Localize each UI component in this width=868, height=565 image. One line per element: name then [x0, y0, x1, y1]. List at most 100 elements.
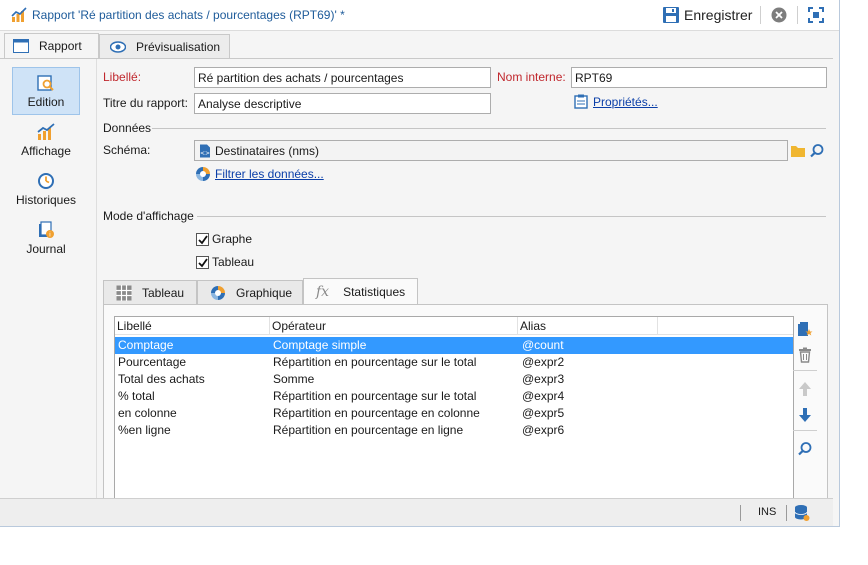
- pie-chart-icon: [211, 285, 225, 300]
- statistics-grid[interactable]: Libellé Opérateur Alias Comptage Comptag…: [114, 316, 794, 506]
- proprietes-link-wrap[interactable]: Propriétés...: [574, 94, 658, 109]
- table-row[interactable]: Comptage Comptage simple @count: [115, 337, 793, 354]
- status-bar: INS: [0, 498, 833, 526]
- libelle-label: Libellé:: [103, 70, 142, 84]
- grid-header: Libellé Opérateur Alias: [115, 317, 793, 335]
- arrow-up-icon: [799, 382, 811, 396]
- nom-interne-input[interactable]: RPT69: [571, 67, 827, 88]
- status-separator: [740, 505, 741, 521]
- tab-graphique-label: Graphique: [236, 285, 293, 300]
- tableau-checkbox-label: Tableau: [212, 255, 255, 269]
- nav-item-label: Journal: [26, 241, 66, 256]
- table-row[interactable]: Pourcentage Répartition en pourcentage s…: [115, 354, 793, 371]
- schema-value: Destinataires (nms): [215, 144, 320, 158]
- tab-graphique[interactable]: Graphique: [197, 280, 303, 304]
- nav-item-journal[interactable]: i Journal: [12, 214, 80, 262]
- move-up-button[interactable]: [790, 377, 820, 401]
- cell-libelle: % total: [118, 389, 155, 403]
- tab-tableau[interactable]: Tableau: [103, 280, 197, 304]
- edit-search-icon: [37, 74, 54, 91]
- nav-item-edition[interactable]: Edition: [12, 67, 80, 115]
- cell-operateur: Répartition en pourcentage en colonne: [273, 406, 480, 420]
- chart-icon: [37, 122, 55, 140]
- checkmark-icon: [198, 234, 208, 244]
- toolbar-separator: [797, 6, 798, 24]
- table-row[interactable]: Total des achats Somme @expr3: [115, 371, 793, 388]
- section-divider: [197, 216, 826, 217]
- schema-input[interactable]: <> Destinataires (nms): [194, 140, 788, 161]
- cell-alias: @count: [522, 338, 564, 352]
- column-separator[interactable]: [657, 317, 658, 335]
- search-icon: [798, 442, 812, 456]
- cell-operateur: Répartition en pourcentage sur le total: [273, 389, 477, 403]
- status-separator: [786, 505, 787, 521]
- move-down-button[interactable]: [790, 403, 820, 427]
- clock-icon: [38, 172, 54, 189]
- proprietes-link[interactable]: Propriétés...: [593, 95, 658, 109]
- tab-statistiques-label: Statistiques: [343, 284, 406, 299]
- nom-interne-label: Nom interne:: [497, 70, 566, 84]
- search-icon[interactable]: [809, 143, 825, 159]
- arrow-down-icon: [799, 408, 811, 422]
- schema-label: Schéma:: [103, 143, 151, 157]
- tab-statistiques[interactable]: fx Statistiques: [303, 278, 418, 304]
- tab-previsualisation[interactable]: Prévisualisation: [99, 34, 230, 58]
- tab-previsualisation-label: Prévisualisation: [136, 39, 221, 54]
- nav-item-historiques[interactable]: Historiques: [12, 165, 80, 213]
- insert-mode-indicator: INS: [758, 506, 777, 518]
- main-tabstrip: Rapport Prévisualisation: [0, 31, 839, 58]
- cell-alias: @expr4: [522, 389, 565, 403]
- column-header-libelle[interactable]: Libellé: [117, 319, 152, 333]
- eye-icon: [110, 40, 126, 53]
- column-separator[interactable]: [269, 317, 270, 335]
- graphe-checkbox-label: Graphe: [212, 232, 253, 246]
- database-icon[interactable]: [794, 504, 810, 522]
- report-chart-icon: [11, 7, 27, 22]
- cell-libelle: Pourcentage: [118, 355, 187, 369]
- tableau-checkbox[interactable]: Tableau: [196, 255, 254, 269]
- column-header-operateur[interactable]: Opérateur: [272, 319, 326, 333]
- titre-label: Titre du rapport:: [103, 96, 188, 110]
- cell-operateur: Somme: [273, 372, 315, 386]
- nav-item-label: Historiques: [15, 192, 77, 207]
- report-content: Edition Affichage Historiques i Journal …: [0, 58, 833, 506]
- maximize-icon[interactable]: [807, 6, 825, 24]
- toolbar-separator: [793, 370, 817, 371]
- table-row[interactable]: %en ligne Répartition en pourcentage en …: [115, 422, 793, 439]
- title-bar: Rapport 'Ré partition des achats / pourc…: [0, 0, 839, 31]
- graphe-checkbox[interactable]: Graphe: [196, 232, 252, 246]
- column-separator[interactable]: [517, 317, 518, 335]
- folder-icon[interactable]: [790, 144, 806, 158]
- schema-document-icon: <>: [200, 144, 210, 158]
- titre-input[interactable]: Analyse descriptive: [194, 93, 491, 114]
- filter-data-icon: [196, 167, 210, 181]
- window-title: Rapport 'Ré partition des achats / pourc…: [32, 8, 345, 22]
- nav-divider: [96, 59, 97, 499]
- close-circle-icon[interactable]: [770, 6, 788, 24]
- mode-affichage-section-title: Mode d'affichage: [103, 209, 194, 223]
- table-row[interactable]: % total Répartition en pourcentage sur l…: [115, 388, 793, 405]
- add-row-button[interactable]: [790, 317, 820, 341]
- nav-item-affichage[interactable]: Affichage: [12, 116, 80, 164]
- delete-row-button[interactable]: [790, 343, 820, 367]
- section-divider: [152, 128, 826, 129]
- detail-button[interactable]: [790, 437, 820, 461]
- save-label: Enregistrer: [684, 7, 753, 23]
- tab-rapport[interactable]: Rapport: [4, 33, 99, 58]
- report-window: Rapport 'Ré partition des achats / pourc…: [0, 0, 840, 527]
- table-row[interactable]: en colonne Répartition en pourcentage en…: [115, 405, 793, 422]
- cell-alias: @expr5: [522, 406, 565, 420]
- cell-operateur: Répartition en pourcentage en ligne: [273, 423, 464, 437]
- svg-text:<>: <>: [200, 150, 210, 157]
- save-button[interactable]: Enregistrer: [662, 4, 752, 26]
- cell-libelle: %en ligne: [118, 423, 171, 437]
- filtrer-link-wrap[interactable]: Filtrer les données...: [195, 166, 324, 182]
- tab-rapport-label: Rapport: [39, 39, 82, 53]
- libelle-input[interactable]: Ré partition des achats / pourcentages: [194, 67, 491, 88]
- filtrer-link[interactable]: Filtrer les données...: [215, 167, 324, 181]
- nav-item-label: Affichage: [21, 143, 71, 158]
- add-item-icon: [798, 322, 813, 336]
- journal-icon: i: [39, 220, 54, 238]
- table-grid-icon: [116, 284, 132, 301]
- column-header-alias[interactable]: Alias: [520, 319, 546, 333]
